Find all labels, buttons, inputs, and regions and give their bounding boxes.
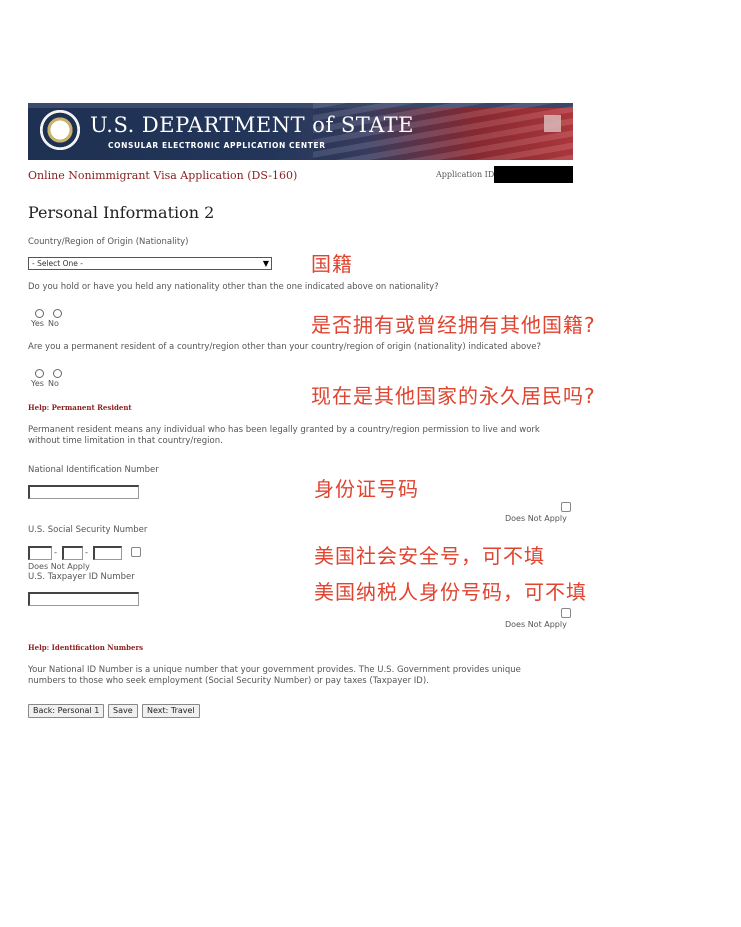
annotation-permanent-resident: 现在是其他国家的永久居民吗? xyxy=(311,384,596,408)
permanent-resident-question: Are you a permanent resident of a countr… xyxy=(28,342,541,352)
ssn-part3-input[interactable] xyxy=(93,546,122,560)
other-nationality-yes-radio[interactable] xyxy=(35,309,44,318)
nationality-selected-value: - Select One - xyxy=(32,259,83,268)
ssn-does-not-apply-label: Does Not Apply xyxy=(28,562,90,571)
annotation-taxpayer: 美国纳税人身份号码，可不填 xyxy=(314,580,587,604)
help-identification-numbers-text: Your National ID Number is a unique numb… xyxy=(28,665,521,686)
help-permanent-resident-text: Permanent resident means any individual … xyxy=(28,425,540,446)
ssn-does-not-apply-checkbox[interactable] xyxy=(131,547,141,557)
help-title: Permanent Resident xyxy=(51,403,132,412)
permanent-resident-no-label: No xyxy=(48,379,59,388)
nationality-select[interactable]: - Select One - ▼ xyxy=(28,257,272,270)
annotation-national-id: 身份证号码 xyxy=(314,477,419,501)
department-name: U.S. DEPARTMENT of STATE xyxy=(90,113,414,137)
taxpayer-id-input[interactable] xyxy=(28,592,139,606)
save-button[interactable]: Save xyxy=(108,704,138,718)
ssn-part1-input[interactable] xyxy=(28,546,52,560)
next-travel-button[interactable]: Next: Travel xyxy=(142,704,200,718)
ssn-separator-2: - xyxy=(85,548,89,558)
application-id-label: Application ID xyxy=(436,170,495,179)
national-id-label: National Identification Number xyxy=(28,465,159,475)
taxpayer-does-not-apply-label: Does Not Apply xyxy=(505,620,567,629)
form-title: Online Nonimmigrant Visa Application (DS… xyxy=(28,169,298,182)
help-identification-numbers-link[interactable]: Help: Identification Numbers xyxy=(28,643,143,652)
taxpayer-does-not-apply-checkbox[interactable] xyxy=(561,608,571,618)
permanent-resident-yes-radio[interactable] xyxy=(35,369,44,378)
nationality-label: Country/Region of Origin (Nationality) xyxy=(28,237,189,247)
help-prefix: Help: xyxy=(28,643,50,652)
help-prefix: Help: xyxy=(28,403,50,412)
annotation-other-nationality: 是否拥有或曾经拥有其他国籍? xyxy=(311,313,596,337)
application-id-value-redacted xyxy=(494,166,573,183)
other-nationality-no-label: No xyxy=(48,319,59,328)
help-title: Identification Numbers xyxy=(51,643,144,652)
state-department-seal-icon xyxy=(38,108,82,152)
chevron-down-icon: ▼ xyxy=(262,259,269,268)
consular-center-name: CONSULAR ELECTRONIC APPLICATION CENTER xyxy=(108,141,326,150)
ssn-label: U.S. Social Security Number xyxy=(28,525,148,535)
banner-square xyxy=(544,115,561,132)
help-permanent-resident-link[interactable]: Help: Permanent Resident xyxy=(28,403,132,412)
other-nationality-question: Do you hold or have you held any nationa… xyxy=(28,282,439,292)
department-banner: U.S. DEPARTMENT of STATE CONSULAR ELECTR… xyxy=(28,103,573,160)
annotation-ssn: 美国社会安全号，可不填 xyxy=(314,544,545,568)
annotation-nationality: 国籍 xyxy=(311,252,353,276)
ssn-separator-1: - xyxy=(54,548,58,558)
permanent-resident-yes-label: Yes xyxy=(31,379,44,388)
back-personal-1-button[interactable]: Back: Personal 1 xyxy=(28,704,105,718)
page-title: Personal Information 2 xyxy=(28,203,215,222)
taxpayer-id-label: U.S. Taxpayer ID Number xyxy=(28,572,135,582)
national-id-does-not-apply-label: Does Not Apply xyxy=(505,514,567,523)
other-nationality-no-radio[interactable] xyxy=(53,309,62,318)
national-id-does-not-apply-checkbox[interactable] xyxy=(561,502,571,512)
national-id-input[interactable] xyxy=(28,485,139,499)
permanent-resident-no-radio[interactable] xyxy=(53,369,62,378)
other-nationality-yes-label: Yes xyxy=(31,319,44,328)
ssn-part2-input[interactable] xyxy=(62,546,83,560)
